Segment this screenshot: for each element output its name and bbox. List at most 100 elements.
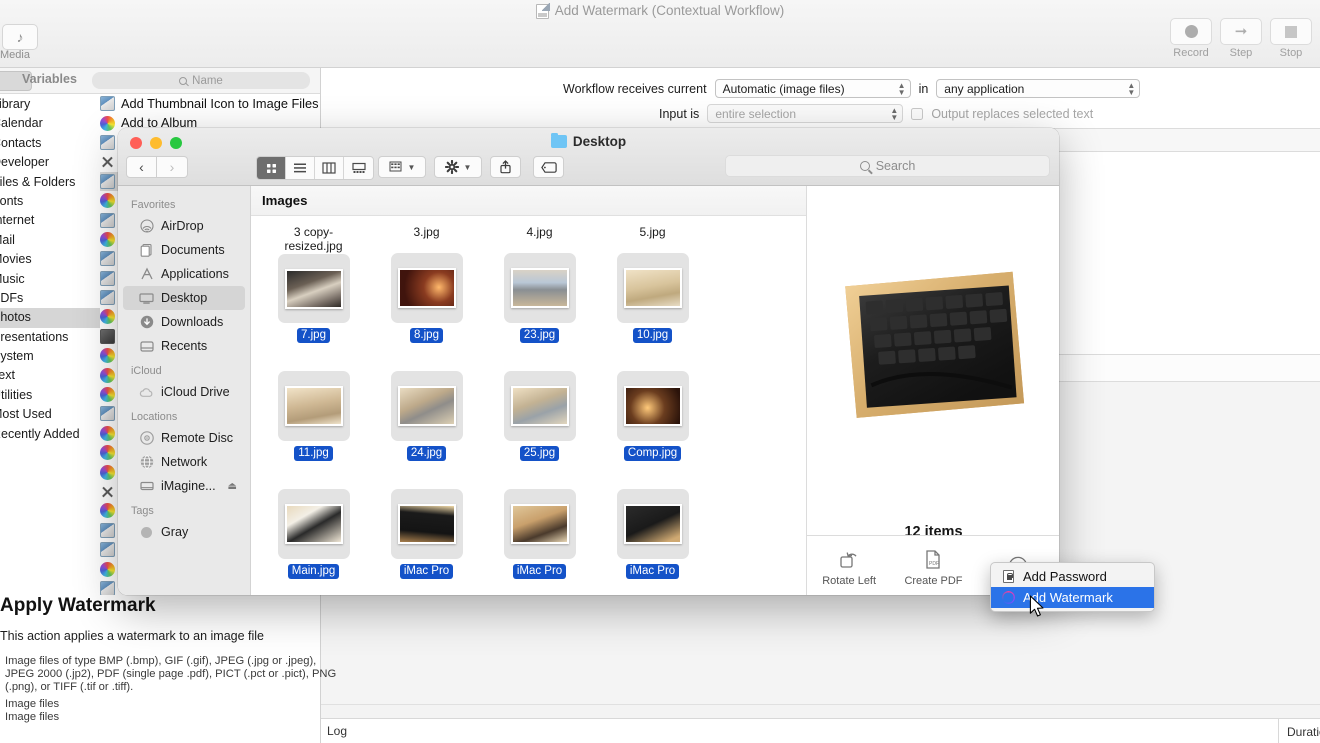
apply-watermark-meta: Requires: Image files of type BMP (.bmp)… [0,655,338,724]
gallery-view-button[interactable] [344,157,373,179]
library-category[interactable]: Library [0,95,100,114]
finder-item[interactable]: iMac Pro [483,461,596,579]
input-value: Image files [5,697,60,710]
library-category[interactable]: Most Used [0,405,100,424]
library-category[interactable]: Recently Added [0,425,100,444]
workflow-application-value: any application [944,81,1025,96]
library-category[interactable]: Utilities [0,386,100,405]
library-category[interactable]: Contacts [0,134,100,153]
library-category-photos[interactable]: Photos [0,308,100,328]
sidebar-item-imagine-drive[interactable]: iMagine... ⏏ [123,474,245,498]
sidebar-item-desktop[interactable]: Desktop [123,286,245,310]
list-item[interactable]: Add Thumbnail Icon to Image Files [100,94,320,113]
sidebar-item-remote-disc[interactable]: Remote Disc [123,426,245,450]
forward-arrow-icon[interactable]: › [157,156,188,178]
menu-item-add-password[interactable]: Add Password [991,566,1154,587]
create-pdf-icon: PDF [922,549,944,571]
workflow-input-select[interactable]: entire selection ▲ ▼ [707,104,904,123]
sidebar-item-network[interactable]: Network [123,450,245,474]
finder-item[interactable]: Main.jpg [257,461,370,579]
image-action-icon [100,580,115,596]
library-category[interactable]: Fonts [0,192,100,211]
stop-button[interactable]: Stop [1270,18,1312,59]
library-category-list[interactable]: Library Calendar Contacts Developer File… [0,95,100,535]
finder-item[interactable]: 25.jpg [483,343,596,461]
library-category[interactable]: Text [0,366,100,385]
finder-nav-buttons[interactable]: ‹ › [126,156,188,178]
workflow-receives-row: Workflow receives current Automatic (ima… [563,79,1141,98]
item-thumbnail [616,253,689,323]
workflow-receives-label: Workflow receives current [563,81,707,96]
step-button[interactable]: ➞ Step [1220,18,1262,59]
library-category[interactable]: Presentations [0,328,100,347]
action-gear-button[interactable]: ▼ [434,156,482,178]
finder-item[interactable]: 4.jpg 23.jpg [483,225,596,343]
create-pdf-quick-action[interactable]: PDF Create PDF [895,549,971,587]
group-by-button[interactable]: ▼ [378,156,426,178]
sidebar-item-label: Documents [161,243,225,257]
finder-search-input[interactable]: Search [725,155,1050,177]
library-category[interactable]: Internet [0,211,100,230]
finder-item[interactable]: Comp.jpg [596,343,709,461]
finder-item[interactable]: 11.jpg [257,343,370,461]
item-filename: 25.jpg [519,446,560,461]
rotate-left-icon [838,549,860,571]
finder-item[interactable]: iMac Pro [596,461,709,579]
icon-view-button[interactable] [257,157,286,179]
sidebar-item-icloud-drive[interactable]: iCloud Drive [123,380,245,404]
tag-button[interactable] [533,156,564,178]
library-search-input[interactable]: Name [92,72,310,89]
finder-item[interactable]: iMac Pro [370,461,483,579]
share-button[interactable] [490,156,521,178]
library-category[interactable]: PDFs [0,289,100,308]
finder-item[interactable]: 5.jpg 10.jpg [596,225,709,343]
media-button-label: Media [0,49,30,61]
library-category[interactable]: Movies [0,250,100,269]
item-thumbnail [277,489,350,559]
quick-actions-context-menu[interactable]: Add Password Add Watermark [990,562,1155,612]
sidebar-item-applications[interactable]: Applications [123,262,245,286]
menu-item-add-watermark[interactable]: Add Watermark [991,587,1154,608]
library-tab-variables[interactable]: Variables [22,72,77,86]
sidebar-item-recents[interactable]: Recents [123,334,245,358]
finder-item[interactable]: 24.jpg [370,343,483,461]
image-action-icon [100,542,115,558]
record-label: Record [1173,47,1209,59]
library-category[interactable]: Files & Folders [0,173,100,192]
finder-item[interactable]: 3.jpg 8.jpg [370,225,483,343]
result-value: Image files [5,710,60,723]
sidebar-item-tag-gray[interactable]: Gray [123,520,245,544]
record-button[interactable]: Record [1170,18,1212,59]
photos-app-icon [100,503,115,519]
media-button[interactable]: ♪ [2,24,38,50]
library-category[interactable]: System [0,347,100,366]
list-view-button[interactable] [286,157,315,179]
chevron-down-icon: ▼ [463,162,472,172]
photos-app-icon [100,309,115,325]
rotate-left-quick-action[interactable]: Rotate Left [811,549,887,587]
sidebar-item-documents[interactable]: Documents [123,238,245,262]
chevron-updown-icon: ▲ ▼ [890,105,899,122]
library-category[interactable]: Music [0,270,100,289]
finder-item[interactable]: 3 copy-resized.jpg 7.jpg [257,225,370,343]
apply-watermark-card[interactable]: Apply Watermark This action applies a wa… [0,595,336,743]
create-pdf-label: Create PDF [904,574,963,587]
sidebar-item-airdrop[interactable]: AirDrop [123,214,245,238]
workflow-application-select[interactable]: any application ▲ ▼ [936,79,1141,98]
output-replaces-checkbox[interactable] [911,107,924,120]
library-category[interactable]: Mail [0,231,100,250]
column-view-button[interactable] [315,157,344,179]
finder-view-mode-group[interactable] [256,156,374,180]
workflow-receives-select[interactable]: Automatic (image files) ▲ ▼ [714,79,911,98]
eject-icon[interactable]: ⏏ [228,481,237,492]
workflow-settings-header: Workflow receives current Automatic (ima… [321,69,1320,127]
back-arrow-icon[interactable]: ‹ [126,156,157,178]
finder-sidebar[interactable]: Favorites AirDrop Documents Applications [118,186,251,595]
sidebar-item-label: Applications [161,267,229,281]
photos-app-icon [100,464,115,480]
library-category[interactable]: Developer [0,153,100,172]
item-thumbnail [390,253,463,323]
library-category[interactable]: Calendar [0,114,100,133]
sidebar-item-label: AirDrop [161,219,204,233]
sidebar-item-downloads[interactable]: Downloads [123,310,245,334]
